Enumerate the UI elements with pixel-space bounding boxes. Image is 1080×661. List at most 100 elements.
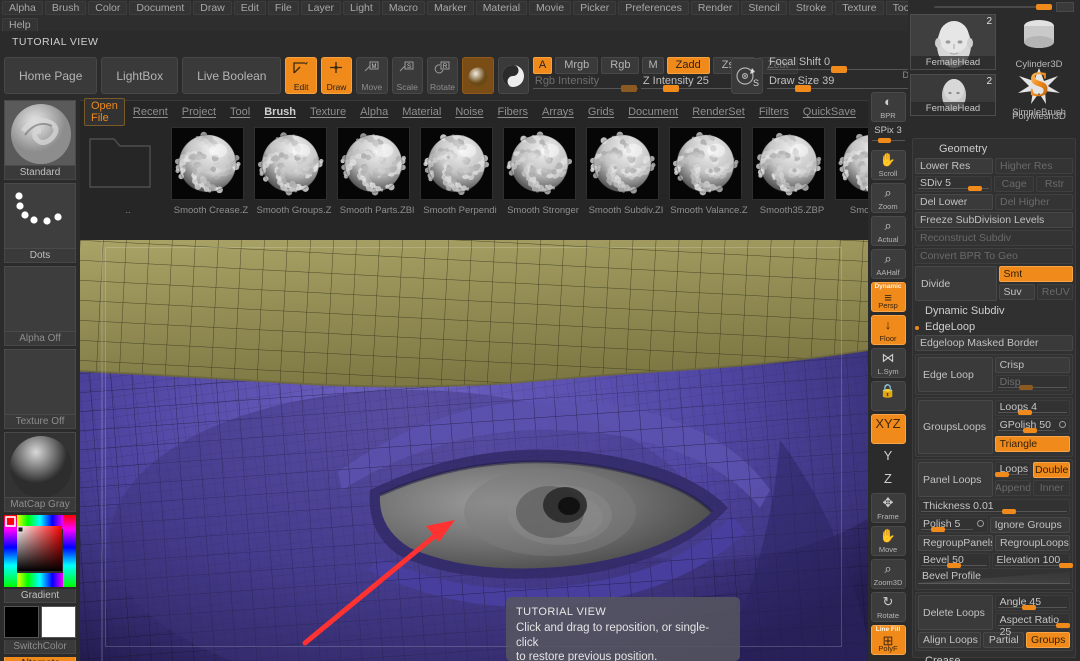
disp-slider[interactable]: Disp	[994, 375, 1070, 391]
polish-reset-icon[interactable]	[976, 520, 984, 527]
lightbox-tab-open-file[interactable]: Open File	[84, 98, 125, 126]
del-lower-button[interactable]: Del Lower	[915, 194, 993, 210]
tool-femalehead-2[interactable]: 2 FemaleHead	[910, 74, 996, 116]
edgeloop-header[interactable]: EdgeLoop	[915, 319, 1073, 335]
del-higher-button[interactable]: Del Higher	[995, 194, 1073, 210]
edgeloop-masked-border-button[interactable]: Edgeloop Masked Border	[915, 335, 1073, 351]
tool-scroll-knob[interactable]	[1036, 4, 1052, 10]
thickness-knob[interactable]	[1002, 509, 1016, 514]
inner-button[interactable]: Inner	[1033, 480, 1071, 496]
edit-mode-button[interactable]: Edit	[285, 57, 317, 94]
lightbox-item-thumbnail[interactable]	[420, 127, 493, 200]
lightbox-item-thumbnail[interactable]	[586, 127, 659, 200]
mode-button-rgb[interactable]: Rgb	[601, 56, 640, 74]
move-button[interactable]: ✋ Move	[870, 526, 906, 556]
lightbox-tab-fibers[interactable]: Fibers	[491, 105, 534, 119]
move-mode-button[interactable]: M Move	[356, 57, 388, 94]
regroup-loops-button[interactable]: RegroupLoops	[995, 535, 1070, 551]
menu-item-light[interactable]: Light	[343, 1, 380, 15]
scale-mode-button[interactable]: S Scale	[391, 57, 423, 94]
actual-button[interactable]: ⌕ Actual	[870, 216, 906, 246]
spix-knob[interactable]	[878, 138, 892, 143]
xyz-button[interactable]: XYZ	[870, 414, 906, 444]
triangle-button[interactable]: Triangle	[994, 436, 1070, 452]
edge-loop-button[interactable]: Edge Loop	[918, 357, 993, 392]
thickness-slider[interactable]: Thickness 0.01	[918, 499, 1070, 515]
double-button[interactable]: Double	[1033, 462, 1071, 478]
current-texture-slot[interactable]: Texture Off	[4, 349, 76, 429]
polish-slider[interactable]: Polish 5	[918, 517, 988, 533]
bevel-slider[interactable]: Bevel 50	[918, 553, 990, 569]
menu-item-document[interactable]: Document	[129, 1, 192, 15]
rotate-mode-button[interactable]: R Rotate	[426, 57, 459, 94]
color-picker[interactable]	[4, 515, 76, 587]
folder-icon[interactable]	[88, 127, 161, 200]
geometry-title[interactable]: Geometry	[915, 141, 1073, 158]
draw-size-slider[interactable]: Draw Size 39	[766, 75, 912, 92]
menu-item-preferences[interactable]: Preferences	[618, 1, 689, 15]
lock-button[interactable]: 🔒	[870, 381, 906, 411]
lightbox-item[interactable]: Smooth Valance.Z	[669, 127, 749, 216]
lightbox-item[interactable]: Smooth35.ZBP	[752, 127, 832, 216]
scroll-button[interactable]: ✋ Scroll	[870, 150, 906, 180]
delete-loops-button[interactable]: Delete Loops	[918, 595, 993, 630]
mode-button-mrgb[interactable]: Mrgb	[555, 56, 599, 74]
lightbox-tab-arrays[interactable]: Arrays	[536, 105, 580, 119]
current-material-slot[interactable]: MatCap Gray	[4, 432, 76, 512]
3d-viewport[interactable]	[80, 240, 868, 661]
gradient-button[interactable]: Gradient	[4, 589, 76, 603]
sdiv-slider[interactable]: SDiv 5	[915, 176, 993, 192]
spix-slider[interactable]: SPix 3	[871, 125, 906, 147]
rgb-intensity-slider[interactable]: Rgb Intensity	[532, 75, 638, 92]
menu-item-color[interactable]: Color	[88, 1, 128, 15]
rgb-intensity-knob[interactable]	[621, 84, 638, 92]
current-stroke-slot[interactable]: Dots	[4, 183, 76, 263]
lightbox-button[interactable]: LightBox	[101, 57, 179, 94]
groupsloops-loops-slider[interactable]: Loops 4	[994, 400, 1070, 416]
lightbox-tab-filters[interactable]: Filters	[753, 105, 795, 119]
aahalf-button[interactable]: ⌕ AAHalf	[870, 249, 906, 279]
regroup-panels-button[interactable]: RegroupPanels	[918, 535, 993, 551]
alternate-button[interactable]: Alternate	[4, 657, 76, 661]
mode-button-a[interactable]: A	[532, 56, 553, 74]
tool-scroll-slider[interactable]	[934, 2, 1074, 12]
panel-loops-count-slider[interactable]: Loops	[994, 462, 1032, 478]
ignore-groups-button[interactable]: Ignore Groups	[989, 517, 1070, 533]
live-boolean-button[interactable]: Live Boolean	[182, 57, 282, 94]
rz-button[interactable]: Z	[871, 470, 906, 490]
bevel-profile-curve[interactable]: Bevel Profile	[918, 570, 1070, 584]
lightbox-item-thumbnail[interactable]	[503, 127, 576, 200]
elevation-knob[interactable]	[1058, 563, 1073, 568]
current-color-swatch[interactable]	[497, 57, 529, 94]
lightbox-item[interactable]: Smooth Subdiv.ZI	[586, 127, 666, 216]
divide-button[interactable]: Divide	[915, 266, 997, 301]
persp-button[interactable]: Dynamic ≡ Persp	[870, 282, 906, 312]
tutorial-tooltip[interactable]: TUTORIAL VIEW Click and drag to repositi…	[506, 597, 740, 661]
lightbox-parent-folder[interactable]: ..	[88, 127, 168, 216]
menu-item-draw[interactable]: Draw	[193, 1, 232, 15]
menu-item-macro[interactable]: Macro	[381, 1, 426, 15]
tool-simplebrush-slot[interactable]: S SimpleBrush	[998, 62, 1080, 118]
polyf-button[interactable]: Line Fill ⊞ PolyF	[870, 625, 906, 655]
lightbox-tab-brush[interactable]: Brush	[258, 105, 302, 119]
menu-item-movie[interactable]: Movie	[529, 1, 572, 15]
suv-button[interactable]: Suv	[998, 284, 1035, 300]
frame-button[interactable]: ✥ Frame	[870, 493, 906, 523]
menu-item-help[interactable]: Help	[2, 18, 38, 32]
gpolish-slider[interactable]: GPolish 50	[994, 418, 1070, 434]
lsym-button[interactable]: ⋈ L.Sym	[870, 348, 906, 378]
ry-button[interactable]: Y	[871, 447, 906, 467]
reuv-button[interactable]: ReUV	[1036, 284, 1073, 300]
menu-item-material[interactable]: Material	[475, 1, 528, 15]
rstr-button[interactable]: Rstr	[1036, 176, 1073, 192]
lightbox-item-thumbnail[interactable]	[669, 127, 742, 200]
lower-res-button[interactable]: Lower Res	[915, 158, 993, 174]
bpr-button[interactable]: ◐ BPR	[870, 92, 906, 122]
primary-color-swatch[interactable]	[4, 606, 39, 638]
aspect-ratio-slider[interactable]: Aspect Ratio 25	[994, 613, 1071, 638]
lightbox-tab-noise[interactable]: Noise	[449, 105, 489, 119]
lightbox-tab-grids[interactable]: Grids	[582, 105, 620, 119]
gpolish-reset-icon[interactable]	[1059, 421, 1066, 428]
lightbox-tab-texture[interactable]: Texture	[304, 105, 352, 119]
draw-mode-button[interactable]: Draw	[320, 57, 353, 94]
